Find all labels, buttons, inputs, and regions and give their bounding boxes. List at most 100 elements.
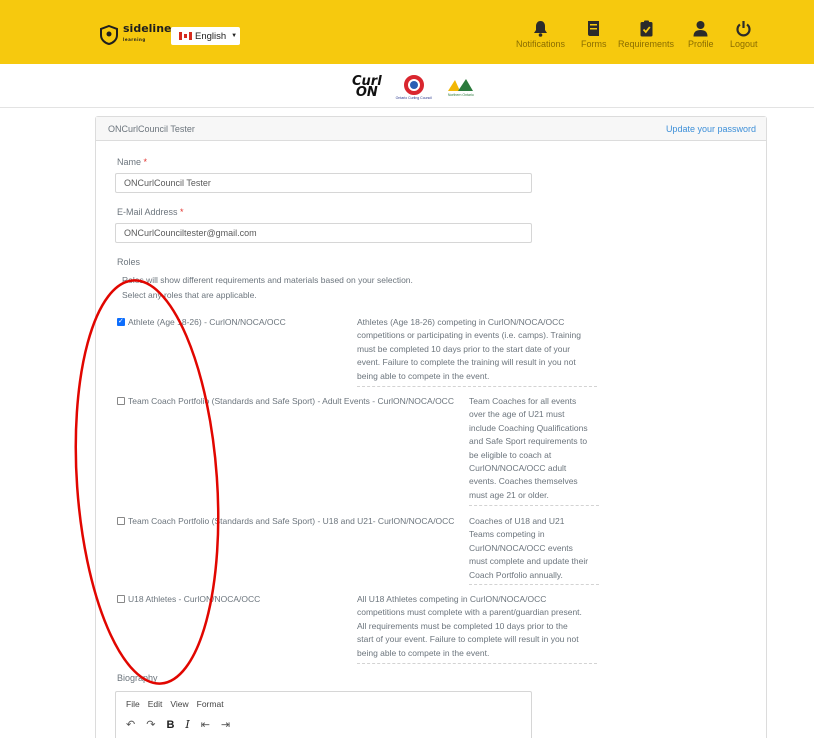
nav-logout[interactable]: Logout bbox=[730, 20, 758, 49]
role-label: U18 Athletes - CurlON/NOCA/OCC bbox=[128, 594, 261, 604]
clipboard-check-icon bbox=[640, 20, 653, 37]
role-description-line: Team Coaches for all events bbox=[469, 396, 577, 406]
role-description-line: competitions must complete with a parent… bbox=[357, 607, 582, 618]
canada-flag-icon bbox=[179, 32, 192, 40]
nav-forms[interactable]: Forms bbox=[581, 20, 607, 49]
role-description-line: must complete and update their bbox=[469, 556, 589, 567]
checkbox[interactable] bbox=[117, 397, 125, 405]
occ-ring-icon bbox=[403, 74, 424, 95]
editor-menu-edit[interactable]: Edit bbox=[148, 699, 163, 709]
curlon-logo-bottom: ON bbox=[355, 85, 378, 100]
language-label: English bbox=[195, 30, 227, 42]
indent-icon[interactable]: ⇥ bbox=[221, 718, 230, 731]
role-description: Coaches of U18 and U21 Teams competing i… bbox=[469, 515, 588, 582]
email-label: E-Mail Address * bbox=[117, 207, 184, 217]
role-description-line: events. Coaches themselves bbox=[469, 476, 578, 487]
nav-label: Profile bbox=[688, 39, 714, 49]
role-description-line: start of your event. Failure to complete… bbox=[357, 634, 579, 645]
role-description-line: over the age of U21 must bbox=[469, 409, 565, 420]
role-description-line: must be completed 10 days prior to the s… bbox=[357, 343, 571, 354]
role-option-athlete[interactable]: Athlete (Age 18-26) - CurlON/NOCA/OCC bbox=[117, 317, 286, 327]
name-value: ONCurlCouncil Tester bbox=[124, 178, 211, 188]
divider bbox=[0, 107, 814, 108]
language-dropdown[interactable]: English ▼ bbox=[171, 27, 240, 45]
name-field[interactable]: ONCurlCouncil Tester bbox=[115, 173, 532, 193]
undo-icon[interactable]: ↶ bbox=[126, 718, 135, 731]
role-label: Team Coach Portfolio (Standards and Safe… bbox=[128, 396, 454, 406]
nav-label: Forms bbox=[581, 39, 607, 49]
email-label-text: E-Mail Address bbox=[117, 207, 178, 217]
user-icon bbox=[693, 21, 708, 37]
brand-subtitle: learning bbox=[123, 37, 146, 42]
role-description: Team Coaches for all events over the age… bbox=[469, 395, 588, 502]
nav-notifications[interactable]: Notifications bbox=[516, 20, 565, 49]
brand-logo[interactable]: sideline learning bbox=[99, 22, 172, 45]
role-description-line: All U18 Athletes competing in CurlON/NOC… bbox=[357, 594, 547, 604]
checkbox[interactable] bbox=[117, 595, 125, 603]
italic-icon[interactable]: I bbox=[185, 718, 189, 731]
editor-menubar: File Edit View Format bbox=[126, 699, 224, 709]
email-value: ONCurlCounciltester@gmail.com bbox=[124, 228, 257, 238]
divider bbox=[357, 386, 597, 387]
roles-label: Roles bbox=[117, 257, 141, 267]
role-description-line: competitions or participating in events … bbox=[357, 330, 581, 341]
editor-menu-file[interactable]: File bbox=[126, 699, 140, 709]
role-description-line: be eligible to coach at bbox=[469, 449, 552, 460]
role-description-line: CurlON/NOCA/OCC adult bbox=[469, 463, 567, 474]
role-label: Athlete (Age 18-26) - CurlON/NOCA/OCC bbox=[128, 317, 286, 327]
checkbox[interactable] bbox=[117, 317, 125, 326]
divider bbox=[469, 584, 599, 585]
roles-help-2: Select any roles that are applicable. bbox=[122, 290, 257, 300]
divider bbox=[469, 505, 599, 506]
role-description-line: include Coaching Qualifications bbox=[469, 422, 588, 433]
divider bbox=[357, 663, 597, 664]
editor-toolbar: ↶ ↷ B I ⇤ ⇥ bbox=[126, 718, 230, 731]
shield-icon bbox=[100, 24, 118, 45]
role-description: All U18 Athletes competing in CurlON/NOC… bbox=[357, 593, 582, 660]
nav-label: Requirements bbox=[618, 39, 675, 49]
caret-down-icon: ▼ bbox=[231, 33, 238, 39]
role-description-line: being able to compete in the event. bbox=[357, 647, 490, 658]
role-description-line: Coach Portfolio annually. bbox=[469, 569, 563, 580]
roles-help-1: Roles will show different requirements a… bbox=[122, 275, 413, 285]
role-description-line: CurlON/NOCA/OCC events bbox=[469, 542, 573, 553]
noca-logo-text: Northern Ontario bbox=[447, 93, 474, 97]
editor-menu-format[interactable]: Format bbox=[197, 699, 224, 709]
curlon-logo: Curl ON bbox=[352, 75, 382, 100]
role-description-line: and Safe Sport requirements to bbox=[469, 436, 588, 447]
checkbox[interactable] bbox=[117, 517, 125, 525]
occ-logo: Ontario Curling Council bbox=[396, 74, 432, 100]
top-navbar: sideline learning English ▼ Notification… bbox=[0, 0, 814, 64]
role-description-line: Teams competing in bbox=[469, 529, 545, 540]
update-password-link[interactable]: Update your password bbox=[666, 124, 756, 134]
nav-profile[interactable]: Profile bbox=[688, 20, 714, 49]
role-option-coach-u18-u21[interactable]: Team Coach Portfolio (Standards and Safe… bbox=[117, 516, 454, 526]
role-option-coach-adult[interactable]: Team Coach Portfolio (Standards and Safe… bbox=[117, 396, 454, 406]
nav-requirements[interactable]: Requirements bbox=[618, 20, 674, 49]
role-label: Team Coach Portfolio (Standards and Safe… bbox=[128, 516, 455, 526]
scroll-icon bbox=[588, 21, 600, 36]
bold-icon[interactable]: B bbox=[166, 719, 174, 731]
noca-logo: Northern Ontario bbox=[446, 77, 476, 97]
brand-name: sideline bbox=[123, 22, 172, 35]
name-label: Name * bbox=[117, 157, 147, 167]
required-mark: * bbox=[180, 207, 184, 217]
biography-label: Biography bbox=[117, 673, 158, 683]
role-description-line: being able to compete in the event. bbox=[357, 370, 490, 381]
card-title: ONCurlCouncil Tester bbox=[108, 123, 195, 134]
bell-icon bbox=[534, 21, 548, 37]
redo-icon[interactable]: ↷ bbox=[146, 718, 155, 731]
name-label-text: Name bbox=[117, 157, 142, 167]
role-description-line: Athletes (Age 18-26) competing in CurlON… bbox=[357, 317, 565, 327]
editor-menu-view[interactable]: View bbox=[170, 699, 188, 709]
role-description-line: Coaches of U18 and U21 bbox=[469, 516, 565, 526]
outdent-icon[interactable]: ⇤ bbox=[201, 718, 210, 731]
email-field[interactable]: ONCurlCounciltester@gmail.com bbox=[115, 223, 532, 243]
role-description: Athletes (Age 18-26) competing in CurlON… bbox=[357, 316, 581, 383]
role-option-u18-athletes[interactable]: U18 Athletes - CurlON/NOCA/OCC bbox=[117, 594, 260, 604]
required-mark: * bbox=[143, 157, 148, 167]
nav-label: Notifications bbox=[516, 39, 566, 49]
role-description-line: event. Failure to complete the training … bbox=[357, 357, 576, 368]
role-description-line: must age 21 or older. bbox=[469, 489, 549, 500]
biography-editor[interactable]: File Edit View Format ↶ ↷ B I ⇤ ⇥ bbox=[115, 691, 532, 738]
